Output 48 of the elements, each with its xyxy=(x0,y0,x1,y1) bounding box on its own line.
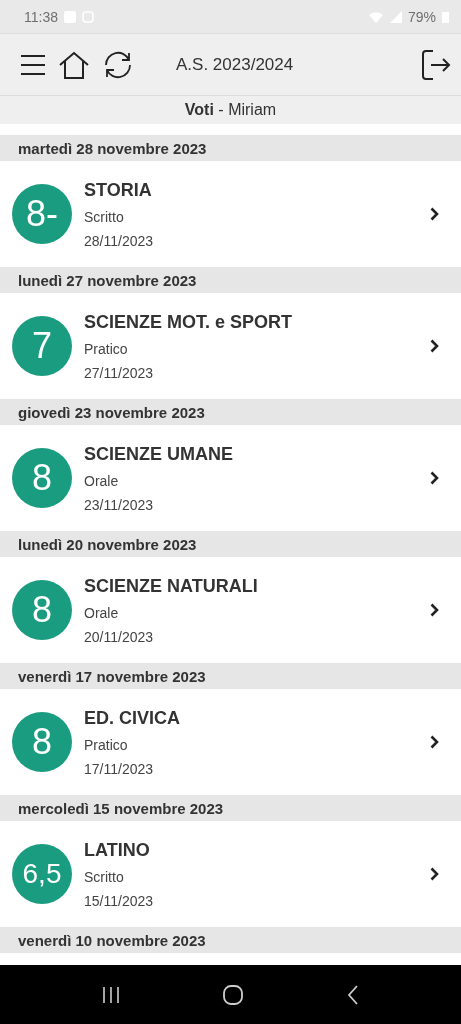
status-time: 11:38 xyxy=(24,8,58,25)
grade-type: Scritto xyxy=(84,868,125,885)
subject-name: ED. CIVICA xyxy=(84,707,181,729)
day-header: mercoledì 15 novembre 2023 xyxy=(0,795,461,821)
battery-percent: 79% xyxy=(407,8,436,25)
day-header: martedì 28 novembre 2023 xyxy=(0,135,461,161)
subject-name: SCIENZE UMANE xyxy=(84,443,234,465)
subject-name: SCIENZE MOT. e SPORT xyxy=(84,311,294,333)
subject-name: SCIENZE NATURALI xyxy=(84,575,259,597)
subject-name: STORIA xyxy=(84,179,153,201)
chevron-right-icon xyxy=(430,207,439,221)
school-year: A.S. 2023/2024 xyxy=(176,54,295,75)
grade-type: Orale xyxy=(84,472,120,489)
back-icon[interactable] xyxy=(347,984,360,1005)
grade-type: Pratico xyxy=(84,340,129,357)
grade-circle: 8 xyxy=(12,448,72,508)
home-button-icon[interactable] xyxy=(223,984,244,1005)
recent-apps-icon[interactable] xyxy=(101,985,120,1004)
day-header: giovedì 23 novembre 2023 xyxy=(0,399,461,425)
grade-circle: 6,5 xyxy=(12,844,72,904)
chevron-right-icon xyxy=(430,867,439,881)
grade-date: 28/11/2023 xyxy=(84,232,155,249)
chevron-right-icon xyxy=(430,339,439,353)
menu-icon[interactable] xyxy=(20,53,46,76)
home-icon[interactable] xyxy=(58,50,90,79)
day-header: venerdì 10 novembre 2023 xyxy=(0,927,461,953)
chevron-right-icon xyxy=(430,603,439,617)
grade-circle: 7 xyxy=(12,316,72,376)
page-title: Voti - Miriam xyxy=(184,101,277,119)
grade-type: Scritto xyxy=(84,208,125,225)
grade-type: Pratico xyxy=(84,736,129,753)
day-header: venerdì 17 novembre 2023 xyxy=(0,663,461,689)
grade-circle: 8 xyxy=(12,580,72,640)
refresh-icon[interactable] xyxy=(102,49,134,80)
logout-icon[interactable] xyxy=(421,48,451,81)
grade-date: 15/11/2023 xyxy=(84,892,155,909)
chevron-right-icon xyxy=(430,471,439,485)
grade-date: 27/11/2023 xyxy=(84,364,155,381)
subject-name: LATINO xyxy=(84,839,151,861)
day-header: lunedì 20 novembre 2023 xyxy=(0,531,461,557)
grade-type: Orale xyxy=(84,604,120,621)
grade-date: 23/11/2023 xyxy=(84,496,155,513)
grade-circle: 8- xyxy=(12,184,72,244)
day-header: lunedì 27 novembre 2023 xyxy=(0,267,461,293)
grade-circle: 8 xyxy=(12,712,72,772)
grade-date: 20/11/2023 xyxy=(84,628,155,645)
grade-date: 17/11/2023 xyxy=(84,760,155,777)
chevron-right-icon xyxy=(430,735,439,749)
